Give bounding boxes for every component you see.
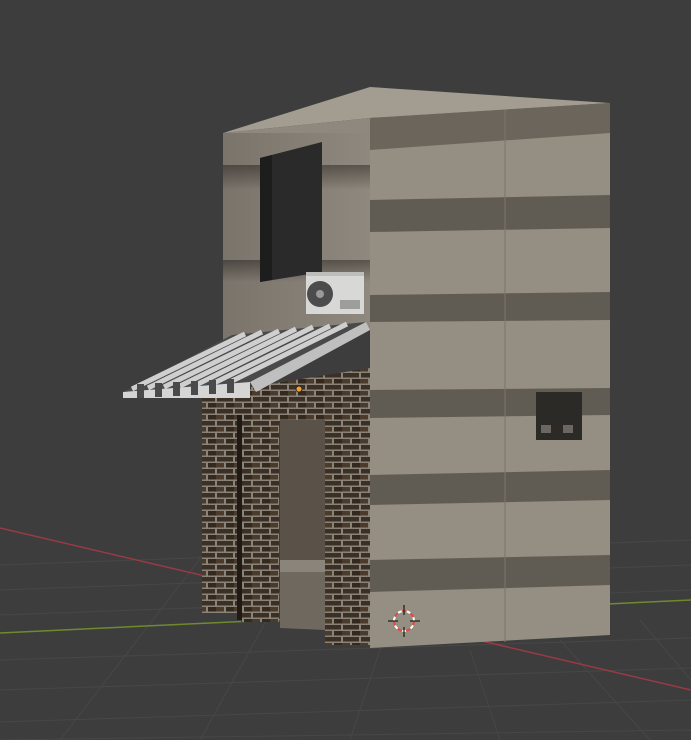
window-frame — [260, 155, 272, 282]
brick-inner-wall — [280, 420, 325, 565]
viewport-scene[interactable] — [0, 0, 691, 740]
brick-pillar-middle — [241, 415, 279, 622]
object-origin-marker — [295, 385, 303, 393]
3d-viewport[interactable] — [0, 0, 691, 740]
pillar-shadow — [237, 415, 242, 620]
brick-pillar-right — [325, 400, 370, 645]
ac-unit — [306, 272, 364, 314]
brick-pillar-left — [202, 415, 239, 613]
